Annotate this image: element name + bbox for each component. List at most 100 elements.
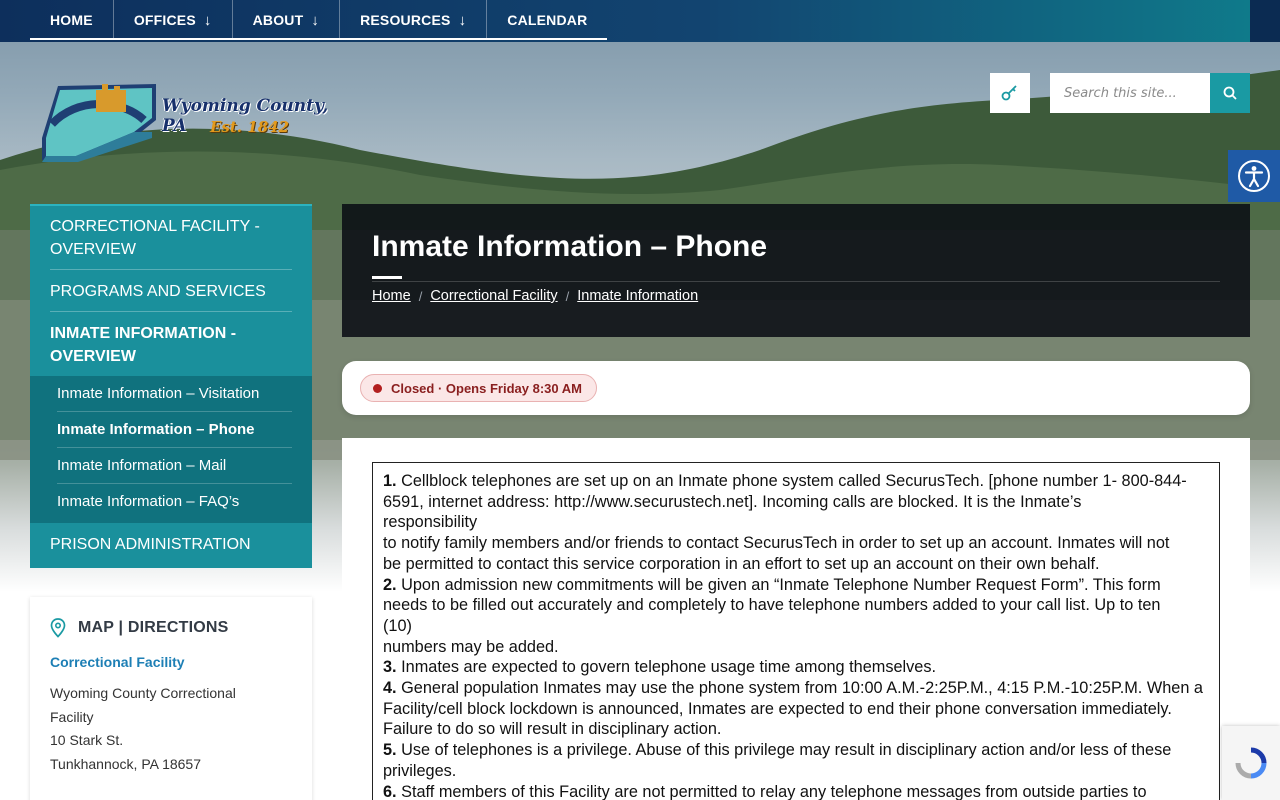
nav-calendar-label: CALENDAR [507, 12, 588, 28]
rule-number: 5. [383, 741, 397, 760]
sidebar-item-label: PROGRAMS AND SERVICES [50, 270, 292, 312]
hours-status-card: Closed · Opens Friday 8:30 AM [342, 361, 1250, 415]
status-text: Closed · Opens Friday 8:30 AM [391, 380, 582, 396]
sidebar-subitem-faqs[interactable]: Inmate Information – FAQ’s [30, 484, 312, 519]
rule-text: (10) [383, 616, 412, 635]
map-location-link[interactable]: Correctional Facility [50, 654, 292, 670]
rule-number: 3. [383, 658, 397, 677]
rule-text: Inmates are expected to govern telephone… [396, 658, 937, 677]
rule-line: Facility/cell block lockdown is announce… [383, 699, 1209, 720]
sidebar-subitem-label: Inmate Information – Phone [57, 412, 292, 448]
nav-offices-label: OFFICES [133, 12, 196, 28]
nav-offices[interactable]: OFFICES ↓ [114, 0, 233, 40]
county-seal-graphic [42, 84, 156, 162]
status-badge[interactable]: Closed · Opens Friday 8:30 AM [360, 374, 597, 402]
rule-text: numbers may be added. [383, 637, 559, 656]
rule-line: responsibility [383, 512, 1209, 533]
arrow-down-icon: ↓ [203, 11, 212, 29]
title-underline [372, 276, 402, 279]
key-icon [1001, 85, 1017, 101]
sidebar-item-correctional-facility-overview[interactable]: CORRECTIONAL FACILITY - OVERVIEW [30, 205, 312, 270]
login-button[interactable] [990, 73, 1030, 113]
sidebar-item-programs-and-services[interactable]: PROGRAMS AND SERVICES [30, 270, 312, 312]
rule-line: to notify family members and/or friends … [383, 533, 1209, 554]
map-address: Wyoming County Correctional Facility 10 … [50, 682, 292, 776]
breadcrumb-home[interactable]: Home [372, 288, 411, 304]
rule-text: Staff members of this Facility are not p… [396, 782, 1147, 800]
breadcrumb-inmate-information[interactable]: Inmate Information [577, 288, 698, 304]
breadcrumb: Home / Correctional Facility / Inmate In… [372, 288, 1220, 304]
phone-rules-box: 1. Cellblock telephones are set up on an… [372, 462, 1220, 800]
rule-number: 1. [383, 472, 397, 490]
rule-line: needs to be filled out accurately and co… [383, 595, 1209, 616]
rule-number: 4. [383, 679, 397, 698]
address-line: 10 Stark St. [50, 732, 124, 748]
address-line: Wyoming County Correctional [50, 685, 236, 701]
title-divider [372, 281, 1220, 282]
rule-line: 2. Upon admission new commitments will b… [383, 575, 1209, 596]
rule-text: privileges. [383, 761, 457, 780]
sidebar-subitem-label: Inmate Information – Visitation [57, 376, 292, 412]
topbar-shade [1250, 0, 1280, 42]
sidebar-submenu: Inmate Information – Visitation Inmate I… [30, 376, 312, 523]
rule-line: privileges. [383, 761, 1209, 782]
rule-number: 6. [383, 782, 397, 800]
sidebar-subitem-phone[interactable]: Inmate Information – Phone [30, 412, 312, 448]
sidebar-item-label: INMATE INFORMATION - OVERVIEW [50, 325, 237, 365]
main-nav: HOME OFFICES ↓ ABOUT ↓ RESOURCES ↓ CALEN… [30, 0, 608, 40]
sidebar-item-label: CORRECTIONAL FACILITY - OVERVIEW [50, 205, 292, 270]
sidebar-subitem-visitation[interactable]: Inmate Information – Visitation [30, 376, 312, 412]
rule-line: 3. Inmates are expected to govern teleph… [383, 657, 1209, 678]
main-content: 1. Cellblock telephones are set up on an… [342, 438, 1250, 800]
county-logo[interactable]: Wyoming County, PA Est. 1842 [36, 80, 346, 164]
arrow-down-icon: ↓ [458, 11, 467, 29]
rule-number: 2. [383, 575, 397, 594]
rule-text: Failure to do so will result in discipli… [383, 720, 722, 739]
search-button[interactable] [1210, 73, 1250, 113]
nav-resources[interactable]: RESOURCES ↓ [340, 0, 488, 40]
map-pin-icon [50, 618, 66, 638]
rule-text: General population Inmates may use the p… [396, 679, 1203, 698]
status-dot-icon [373, 383, 382, 393]
rule-text: Facility/cell block lockdown is announce… [383, 699, 1172, 718]
nav-about[interactable]: ABOUT ↓ [233, 0, 341, 40]
nav-resources-label: RESOURCES [360, 12, 451, 28]
search-icon [1223, 86, 1237, 100]
accessibility-icon [1238, 160, 1270, 192]
map-directions-widget: MAP | DIRECTIONS Correctional Facility W… [30, 597, 312, 800]
rule-text: Cellblock telephones are set up on an In… [396, 472, 1187, 490]
rule-line: Failure to do so will result in discipli… [383, 719, 1209, 740]
nav-calendar[interactable]: CALENDAR [487, 0, 607, 40]
accessibility-button[interactable] [1228, 150, 1280, 202]
nav-home-label: HOME [50, 12, 93, 28]
recaptcha-badge[interactable] [1222, 726, 1280, 800]
rule-line: numbers may be added. [383, 637, 1209, 658]
search-input[interactable] [1050, 73, 1210, 113]
page-title: Inmate Information – Phone [372, 230, 768, 263]
address-line: Tunkhannock, PA 18657 [50, 755, 201, 772]
top-navigation-bar: HOME OFFICES ↓ ABOUT ↓ RESOURCES ↓ CALEN… [0, 0, 1280, 42]
rule-text: 6591, internet address: http://www.secur… [383, 492, 1082, 511]
rule-text: needs to be filled out accurately and co… [383, 596, 1161, 615]
breadcrumb-correctional-facility[interactable]: Correctional Facility [430, 288, 557, 304]
sidebar-item-label: PRISON ADMINISTRATION [50, 536, 251, 553]
rule-line: 5. Use of telephones is a privilege. Abu… [383, 740, 1209, 761]
rule-text: responsibility [383, 513, 478, 532]
page-title-banner: Inmate Information – Phone Home / Correc… [342, 204, 1250, 337]
rule-text: be permitted to contact this service cor… [383, 554, 1100, 573]
sidebar-subitem-mail[interactable]: Inmate Information – Mail [30, 448, 312, 484]
rule-line: 4. General population Inmates may use th… [383, 678, 1209, 699]
rule-line: be permitted to contact this service cor… [383, 554, 1209, 575]
rule-line: (10) [383, 616, 1209, 637]
breadcrumb-separator: / [565, 288, 570, 304]
sidebar-item-prison-administration[interactable]: PRISON ADMINISTRATION [30, 523, 312, 568]
sidebar-item-inmate-information-overview[interactable]: INMATE INFORMATION - OVERVIEW [30, 312, 312, 376]
rule-line: 6591, internet address: http://www.secur… [383, 492, 1209, 513]
arrow-down-icon: ↓ [311, 11, 320, 29]
rule-text: to notify family members and/or friends … [383, 534, 1170, 553]
rule-line: 1. Cellblock telephones are set up on an… [383, 471, 1209, 492]
nav-home[interactable]: HOME [30, 0, 114, 40]
sidebar-nav: CORRECTIONAL FACILITY - OVERVIEW PROGRAM… [30, 205, 312, 568]
map-header: MAP | DIRECTIONS [50, 618, 292, 638]
rule-line: 6. Staff members of this Facility are no… [383, 782, 1209, 800]
